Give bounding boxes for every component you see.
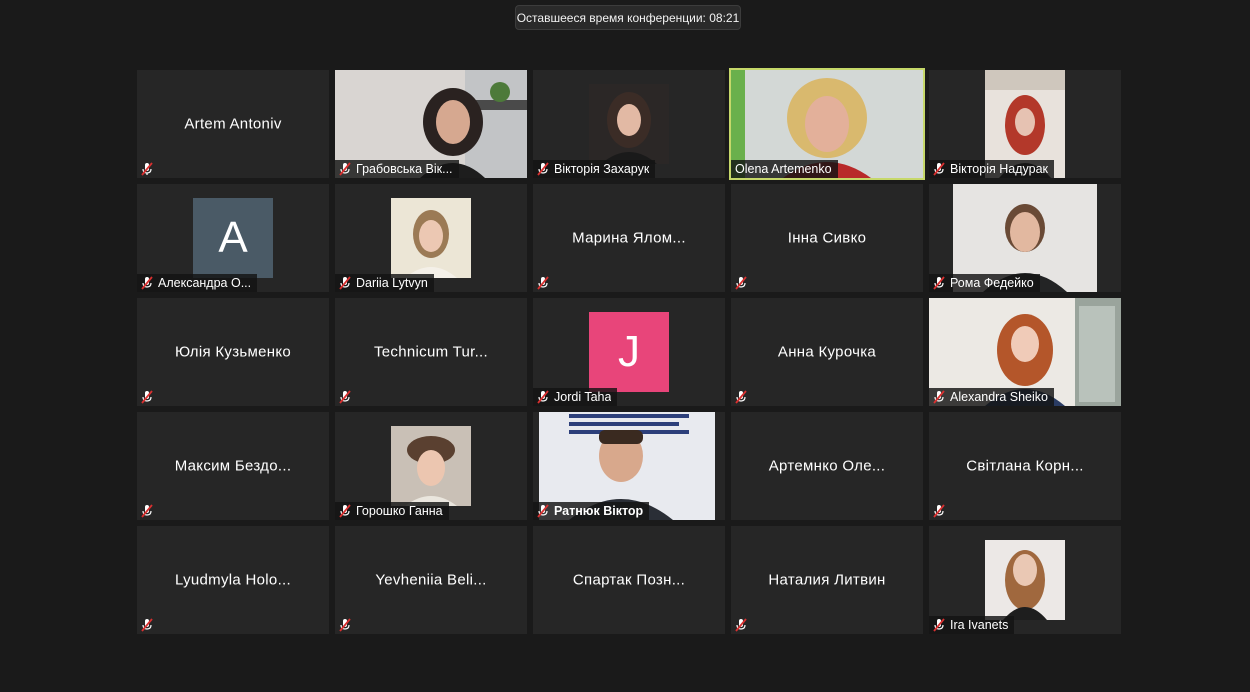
participant-name: Вікторія Надурак — [950, 162, 1048, 176]
participant-tile[interactable]: Artem Antoniv — [137, 70, 329, 178]
participant-label: Dariia Lytvyn — [335, 274, 434, 292]
muted-microphone-icon — [141, 618, 153, 632]
muted-microphone-icon — [339, 276, 351, 290]
participant-name: Рома Федейко — [950, 276, 1034, 290]
muted-microphone-icon — [141, 390, 153, 404]
muted-microphone-icon — [339, 162, 351, 176]
participant-video — [589, 84, 669, 164]
participant-name: Спартак Позн... — [572, 571, 686, 589]
participant-tile[interactable]: Юлія Кузьменко — [137, 298, 329, 406]
muted-microphone-icon — [141, 162, 153, 176]
participant-label: Ira Ivanets — [929, 616, 1015, 634]
muted-microphone-icon — [537, 390, 549, 404]
participant-video — [391, 426, 471, 506]
participant-tile[interactable]: Lyudmyla Holo... — [137, 526, 329, 634]
participant-tile[interactable]: Dariia Lytvyn — [335, 184, 527, 292]
participant-name: Artem Antoniv — [184, 115, 282, 133]
muted-microphone-icon — [339, 390, 351, 404]
participant-video — [391, 198, 471, 278]
participant-name: Jordi Taha — [554, 390, 612, 404]
participant-name: Наталия Литвин — [768, 571, 886, 589]
muted-microphone-icon — [933, 618, 945, 632]
muted-microphone-icon — [735, 276, 747, 290]
participant-avatar: A — [193, 198, 273, 278]
participant-name: Вікторія Захарук — [554, 162, 650, 176]
participant-tile[interactable]: J Jordi Taha — [533, 298, 725, 406]
participant-name: Александра О... — [158, 276, 252, 290]
participant-label: Горошко Ганна — [335, 502, 449, 520]
participant-name: Ратнюк Віктор — [554, 504, 644, 518]
participant-grid: Artem Antoniv Грабовська Вік... Вікторія… — [137, 68, 1121, 634]
participant-name: Інна Сивко — [787, 229, 867, 247]
participant-tile[interactable]: Інна Сивко — [731, 184, 923, 292]
participant-label: Jordi Taha — [533, 388, 618, 406]
muted-microphone-icon — [141, 504, 153, 518]
participant-tile[interactable]: Анна Курочка — [731, 298, 923, 406]
muted-microphone-icon — [537, 162, 549, 176]
participant-name: Alexandra Sheiko — [950, 390, 1048, 404]
participant-label: Вікторія Захарук — [533, 160, 656, 178]
participant-label: Ратнюк Віктор — [533, 502, 650, 520]
participant-name: Юлія Кузьменко — [175, 343, 291, 361]
participant-tile[interactable]: Наталия Литвин — [731, 526, 923, 634]
muted-microphone-icon — [339, 618, 351, 632]
participant-name: Lyudmyla Holo... — [175, 571, 291, 589]
participant-name: Dariia Lytvyn — [356, 276, 428, 290]
participant-name: Марина Ялом... — [572, 229, 686, 247]
participant-video — [985, 540, 1065, 620]
participant-name: Yevheniia Beli... — [375, 571, 487, 589]
participant-name: Анна Курочка — [777, 343, 877, 361]
participant-tile[interactable]: Technicum Tur... — [335, 298, 527, 406]
participant-tile[interactable]: Yevheniia Beli... — [335, 526, 527, 634]
participant-name: Артемнко Оле... — [768, 457, 886, 475]
participant-name: Максим Бездо... — [174, 457, 292, 475]
muted-microphone-icon — [537, 504, 549, 518]
participant-label: Грабовська Вік... — [335, 160, 459, 178]
muted-microphone-icon — [537, 276, 549, 290]
muted-microphone-icon — [933, 390, 945, 404]
participant-label: Вікторія Надурак — [929, 160, 1054, 178]
meeting-timer: Оставшееся время конференции: 08:21 — [515, 5, 741, 30]
participant-tile[interactable]: Максим Бездо... — [137, 412, 329, 520]
participant-label: Alexandra Sheiko — [929, 388, 1054, 406]
participant-name: Technicum Tur... — [373, 343, 488, 361]
participant-tile[interactable]: Спартак Позн... — [533, 526, 725, 634]
muted-microphone-icon — [339, 504, 351, 518]
participant-name: Ira Ivanets — [950, 618, 1009, 632]
participant-tile[interactable]: Грабовська Вік... — [335, 70, 527, 178]
participant-label: Александра О... — [137, 274, 258, 292]
participant-name: Світлана Корн... — [966, 457, 1084, 475]
muted-microphone-icon — [735, 390, 747, 404]
participant-name: Горошко Ганна — [356, 504, 443, 518]
participant-tile[interactable]: Alexandra Sheiko — [929, 298, 1121, 406]
participant-label: Рома Федейко — [929, 274, 1040, 292]
participant-tile[interactable]: Вікторія Надурак — [929, 70, 1121, 178]
participant-name: Грабовська Вік... — [356, 162, 453, 176]
participant-name: Olena Artemenko — [735, 162, 832, 176]
muted-microphone-icon — [933, 504, 945, 518]
participant-avatar: J — [589, 312, 669, 392]
participant-tile[interactable]: Артемнко Оле... — [731, 412, 923, 520]
participant-tile[interactable]: Світлана Корн... — [929, 412, 1121, 520]
participant-tile[interactable]: Ратнюк Віктор — [533, 412, 725, 520]
participant-tile[interactable]: Рома Федейко — [929, 184, 1121, 292]
participant-tile[interactable]: A Александра О... — [137, 184, 329, 292]
participant-tile[interactable]: Вікторія Захарук — [533, 70, 725, 178]
participant-tile[interactable]: Горошко Ганна — [335, 412, 527, 520]
muted-microphone-icon — [735, 618, 747, 632]
participant-tile[interactable]: Марина Ялом... — [533, 184, 725, 292]
muted-microphone-icon — [933, 276, 945, 290]
participant-label: Olena Artemenko — [731, 160, 838, 178]
participant-tile[interactable]: Ira Ivanets — [929, 526, 1121, 634]
muted-microphone-icon — [141, 276, 153, 290]
participant-tile-active-speaker[interactable]: Olena Artemenko — [729, 68, 925, 180]
muted-microphone-icon — [933, 162, 945, 176]
